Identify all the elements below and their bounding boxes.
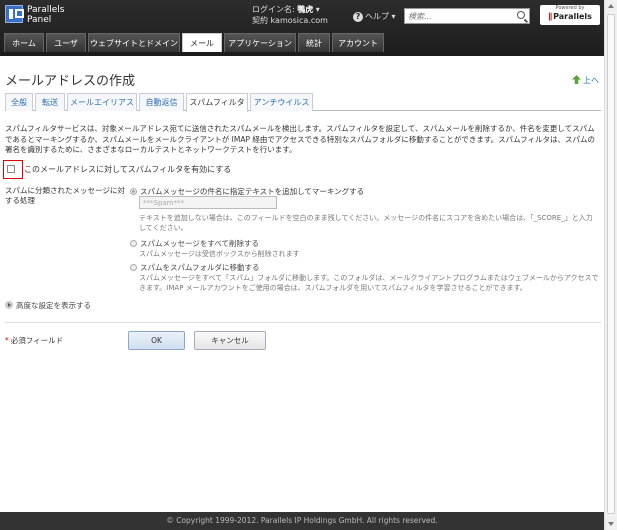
help-label: ヘルプ bbox=[365, 12, 389, 21]
contract-name[interactable]: kamosica.com bbox=[271, 16, 328, 25]
mark-subject-radio[interactable] bbox=[130, 188, 137, 195]
move-spam-label: スパムをスパムフォルダに移動する bbox=[140, 263, 260, 272]
powered-by-brand: Parallels bbox=[540, 12, 600, 22]
user-info: ログイン名: 鴨虎 ▾ 契約 kamosica.com bbox=[252, 4, 328, 26]
login-label: ログイン名: bbox=[252, 5, 295, 14]
option-move-spam[interactable]: スパムをスパムフォルダに移動する bbox=[130, 262, 260, 273]
mark-subject-label: スパムメッセージの件名に指定テキストを追加してマーキングする bbox=[140, 187, 365, 196]
mail-settings-tabs: 全般 転送 メールエイリアス 自動返信 スパムフィルタ アンチウイルス bbox=[5, 92, 601, 112]
tab-antivirus[interactable]: アンチウイルス bbox=[250, 93, 313, 111]
enable-spam-filter-label[interactable]: このメールアドレスに対してスパムフィルタを有効にする bbox=[24, 164, 231, 175]
nav-tab-mail[interactable]: メール bbox=[182, 33, 222, 52]
top-header: Parallels Panel ログイン名: 鴨虎 ▾ 契約 kamosica.… bbox=[0, 0, 604, 56]
ok-button[interactable]: OK bbox=[128, 331, 185, 350]
up-link-label: 上へ bbox=[583, 76, 599, 85]
nav-tab-account[interactable]: アカウント bbox=[332, 33, 384, 52]
show-advanced-settings[interactable]: 高度な設定を表示する bbox=[5, 300, 91, 311]
spam-filter-description: スパムフィルタサービスは、対象メールアドレス宛てに送信されたスパムメールを検出し… bbox=[5, 124, 596, 154]
nav-tab-websites-domains[interactable]: ウェブサイトとドメイン bbox=[88, 33, 180, 52]
vertical-scrollbar[interactable] bbox=[604, 0, 617, 530]
search-icon[interactable] bbox=[517, 11, 525, 19]
delete-spam-hint: スパムメッセージは受信ボックスから削除されます bbox=[139, 250, 300, 258]
chevron-down-icon[interactable]: ▾ bbox=[316, 5, 320, 14]
cancel-button[interactable]: キャンセル bbox=[194, 331, 266, 350]
nav-tab-users[interactable]: ユーザ bbox=[46, 33, 86, 52]
enable-spam-filter-checkbox[interactable] bbox=[7, 165, 15, 173]
advanced-label: 高度な設定を表示する bbox=[16, 301, 91, 310]
required-asterisk: * bbox=[5, 336, 9, 345]
page-title: メールアドレスの作成 bbox=[5, 74, 136, 89]
parallels-logo-icon bbox=[5, 5, 24, 23]
logo-line-1: Parallels bbox=[27, 5, 65, 15]
scroll-up-icon[interactable] bbox=[608, 4, 614, 8]
powered-by-badge[interactable]: Powered by Parallels bbox=[540, 5, 600, 25]
spam-action-label: スパムに分類されたメッセージに対する処理 bbox=[5, 186, 125, 205]
nav-tab-home[interactable]: ホーム bbox=[4, 33, 44, 52]
nav-tab-applications[interactable]: アプリケーション bbox=[224, 33, 296, 52]
spam-tag-input[interactable] bbox=[139, 196, 277, 209]
help-icon: ? bbox=[353, 12, 363, 22]
powered-by-label: Powered by bbox=[555, 5, 585, 11]
search-input[interactable] bbox=[405, 9, 510, 23]
tab-mail-aliases[interactable]: メールエイリアス bbox=[67, 93, 137, 111]
option-delete-spam[interactable]: スパムメッセージをすべて削除する bbox=[130, 238, 259, 249]
tab-forwarding[interactable]: 転送 bbox=[35, 93, 65, 111]
scrollbar-thumb[interactable] bbox=[607, 14, 615, 514]
footer-copyright: © Copyright 1999-2012. Parallels IP Hold… bbox=[0, 512, 604, 530]
delete-spam-label: スパムメッセージをすべて削除する bbox=[140, 239, 260, 248]
contract-label: 契約 bbox=[252, 16, 268, 25]
nav-tab-statistics[interactable]: 統計 bbox=[298, 33, 330, 52]
search-box bbox=[404, 8, 530, 24]
delete-spam-radio[interactable] bbox=[130, 240, 137, 247]
parallels-panel-logo[interactable]: Parallels Panel bbox=[5, 5, 65, 27]
scroll-down-icon[interactable] bbox=[608, 522, 614, 526]
chevron-down-icon: ▾ bbox=[391, 12, 396, 21]
required-fields-note: * 必須フィールド bbox=[5, 335, 63, 346]
expand-arrow-icon bbox=[5, 301, 13, 309]
login-user-menu[interactable]: 鴨虎 bbox=[297, 5, 313, 14]
logo-line-2: Panel bbox=[27, 15, 52, 25]
up-arrow-icon bbox=[572, 75, 581, 84]
move-spam-hint: スパムメッセージをすべて「スパム」フォルダに移動します。このフォルダは、メールク… bbox=[139, 274, 599, 292]
help-menu[interactable]: ? ヘルプ ▾ bbox=[353, 11, 396, 22]
tab-auto-reply[interactable]: 自動返信 bbox=[139, 93, 184, 111]
tab-spam-filter[interactable]: スパムフィルタ bbox=[186, 93, 248, 112]
divider bbox=[5, 322, 601, 323]
up-level-link[interactable]: 上へ bbox=[572, 75, 599, 86]
required-label: 必須フィールド bbox=[10, 336, 64, 345]
tab-general[interactable]: 全般 bbox=[5, 93, 33, 111]
mark-subject-hint: テキストを追加しない場合は、このフィールドを空白のまま残してください。メッセージ… bbox=[139, 214, 593, 232]
move-spam-radio[interactable] bbox=[130, 264, 137, 271]
